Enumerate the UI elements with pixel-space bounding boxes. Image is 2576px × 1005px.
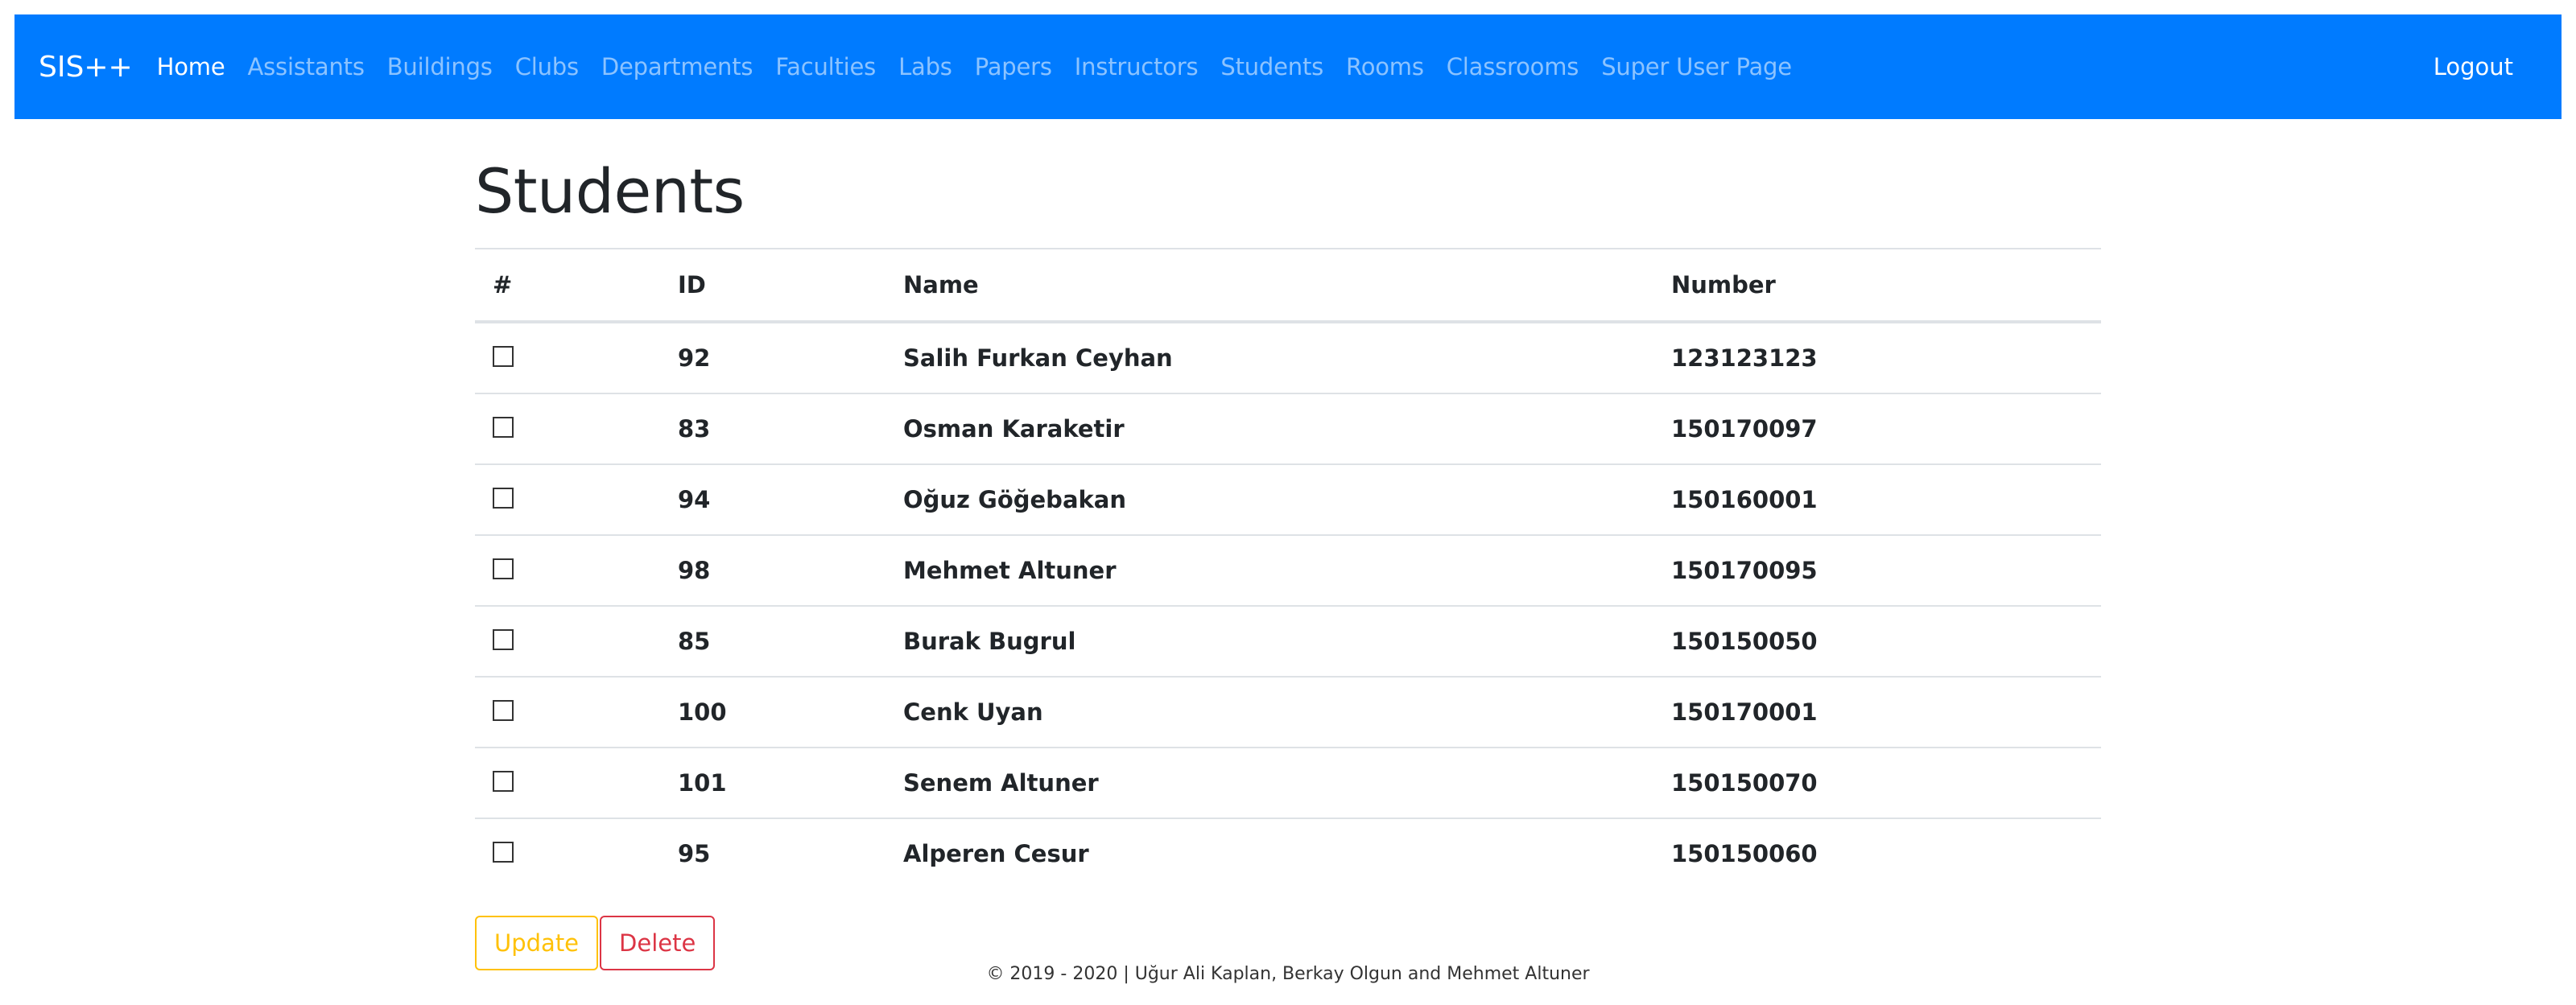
students-table: # ID Name Number 92 Salih Furkan Ceyhan … [475, 248, 2101, 888]
nav-link-classrooms[interactable]: Classrooms [1435, 53, 1590, 80]
nav-links: Home Assistants Buildings Clubs Departme… [146, 53, 2434, 80]
table-row: 92 Salih Furkan Ceyhan 123123123 [475, 322, 2101, 393]
student-id: 94 [660, 463, 886, 535]
student-name: Osman Karaketir [886, 393, 1653, 464]
student-number: 150150060 [1653, 818, 2101, 888]
row-checkbox[interactable] [493, 558, 514, 579]
student-number: 150150070 [1653, 747, 2101, 818]
nav-link-home[interactable]: Home [146, 53, 237, 80]
row-select-cell [475, 605, 660, 677]
footer-credits: © 2019 - 2020 | Uğur Ali Kaplan, Berkay … [986, 964, 1590, 984]
table-row: 95 Alperen Cesur 150150060 [475, 818, 2101, 888]
student-number: 123123123 [1671, 344, 1818, 372]
header-id: ID [660, 248, 886, 323]
row-select-cell [475, 534, 660, 606]
student-name: Burak Bugrul [886, 605, 1653, 677]
row-select-cell [475, 818, 660, 888]
student-id: 98 [660, 534, 886, 606]
logout-link[interactable]: Logout [2434, 53, 2513, 80]
main-container: Students # ID Name Number 92 Salih Furka… [475, 119, 2101, 970]
row-select-cell [475, 322, 660, 393]
table-row: 98 Mehmet Altuner 150170095 [475, 534, 2101, 606]
table-header-row: # ID Name Number [475, 248, 2101, 323]
navbar: SIS++ Home Assistants Buildings Clubs De… [14, 14, 2562, 119]
student-id: 83 [660, 393, 886, 464]
row-select-cell [475, 747, 660, 818]
table-row: 100 Cenk Uyan 150170001 [475, 676, 2101, 748]
student-id: 85 [660, 605, 886, 677]
student-name: Mehmet Altuner [886, 534, 1653, 606]
nav-link-assistants[interactable]: Assistants [237, 53, 376, 80]
nav-link-papers[interactable]: Papers [964, 53, 1063, 80]
student-name: Salih Furkan Ceyhan [903, 344, 1173, 372]
student-id: 100 [660, 676, 886, 748]
row-select-cell [475, 463, 660, 535]
action-buttons: Update Delete [475, 916, 2101, 970]
header-name: Name [886, 248, 1653, 323]
student-number: 150170097 [1653, 393, 2101, 464]
student-name: Oğuz Göğebakan [886, 463, 1653, 535]
student-id: 95 [660, 818, 886, 888]
row-checkbox[interactable] [493, 488, 514, 509]
row-checkbox[interactable] [493, 771, 514, 792]
nav-link-buildings[interactable]: Buildings [376, 53, 504, 80]
student-id: 92 [678, 344, 711, 372]
student-number: 150170095 [1653, 534, 2101, 606]
student-number: 150160001 [1653, 463, 2101, 535]
nav-link-instructors[interactable]: Instructors [1063, 53, 1210, 80]
nav-link-rooms[interactable]: Rooms [1335, 53, 1435, 80]
nav-link-students[interactable]: Students [1209, 53, 1335, 80]
student-name: Alperen Cesur [886, 818, 1653, 888]
nav-link-labs[interactable]: Labs [887, 53, 964, 80]
table-row: 83 Osman Karaketir 150170097 [475, 393, 2101, 464]
table-row: 101 Senem Altuner 150150070 [475, 747, 2101, 818]
row-checkbox[interactable] [493, 842, 514, 863]
page: SIS++ Home Assistants Buildings Clubs De… [0, 0, 2576, 1005]
update-button[interactable]: Update [475, 916, 599, 970]
brand-link[interactable]: SIS++ [39, 51, 133, 84]
row-checkbox[interactable] [493, 346, 514, 367]
table-row: 94 Oğuz Göğebakan 150160001 [475, 463, 2101, 535]
header-select: # [475, 248, 660, 323]
student-number: 150150050 [1653, 605, 2101, 677]
nav-link-clubs[interactable]: Clubs [504, 53, 590, 80]
nav-link-super-user-page[interactable]: Super User Page [1590, 53, 1803, 80]
row-checkbox[interactable] [493, 417, 514, 438]
nav-link-faculties[interactable]: Faculties [764, 53, 887, 80]
student-name: Senem Altuner [886, 747, 1653, 818]
header-number: Number [1653, 248, 2101, 323]
delete-button[interactable]: Delete [600, 916, 716, 970]
student-number: 150170001 [1653, 676, 2101, 748]
nav-link-departments[interactable]: Departments [590, 53, 764, 80]
row-checkbox[interactable] [493, 700, 514, 721]
row-select-cell [475, 676, 660, 748]
student-name: Cenk Uyan [886, 676, 1653, 748]
student-id: 101 [660, 747, 886, 818]
page-title: Students [475, 155, 745, 227]
table-row: 85 Burak Bugrul 150150050 [475, 605, 2101, 677]
row-select-cell [475, 393, 660, 464]
row-checkbox[interactable] [493, 629, 514, 650]
